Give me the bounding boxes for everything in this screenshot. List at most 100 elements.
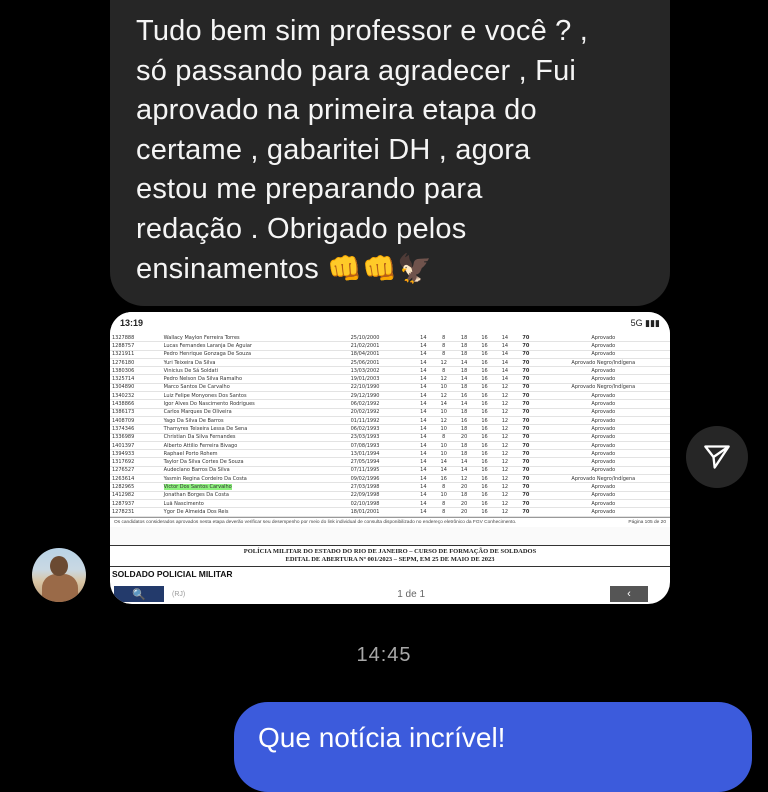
cell-text: Wallacy Maylon Ferreira Torres: [163, 334, 240, 341]
table-cell-date: 07/11/1995: [348, 466, 414, 476]
cell-text: 16: [481, 467, 488, 474]
shared-screenshot-image[interactable]: 13:19 5G ▮▮▮ 1327888 Wallacy Maylon Ferre…: [110, 312, 670, 604]
cell-text: 14: [501, 359, 509, 366]
table-cell-date: 22/09/1998: [348, 491, 414, 500]
table-cell-date: 25/10/2000: [348, 334, 414, 343]
cell-text: 16: [481, 409, 488, 416]
cell-text: 16: [481, 359, 488, 366]
table-cell-d: 16: [474, 416, 495, 426]
table-cell-result: Aprovado: [536, 499, 670, 509]
table-cell-d: 16: [474, 482, 495, 492]
table-row: 1321911 Pedro Henrique Gonzaga De Souza 18…: [110, 350, 670, 359]
table-cell-d: 16: [474, 383, 495, 393]
table-cell-date: 25/06/2001: [348, 358, 414, 368]
table-cell-c: 18: [453, 341, 475, 351]
cell-text: 70: [522, 334, 530, 341]
table-row: 1263614 Yasmin Regina Cordeiro Da Costa 09…: [110, 474, 670, 484]
table-cell-b: 16: [433, 474, 454, 484]
cell-text: 70: [522, 342, 530, 349]
cell-text: 18: [460, 492, 468, 499]
cell-text: 12: [501, 425, 509, 432]
cell-text: 1287937: [112, 500, 135, 507]
cell-text: Yago Da Silva De Barros: [163, 417, 224, 424]
cell-text: 18/04/2001: [350, 351, 380, 358]
table-cell-date: 21/02/2001: [348, 341, 414, 351]
cell-text: 14: [420, 409, 427, 416]
cell-text: 70: [522, 409, 530, 416]
table-cell-c: 16: [453, 391, 475, 401]
table-cell-id: 1276180: [110, 358, 162, 368]
cell-text: 70: [522, 467, 530, 474]
table-cell-name: Jonathan Borges Da Costa: [161, 491, 349, 500]
cell-text: 16: [481, 367, 488, 374]
table-cell-b: 10: [433, 424, 454, 434]
table-cell-c: 18: [453, 334, 475, 343]
cell-text: 14: [501, 351, 509, 358]
cell-text: 20: [460, 434, 468, 441]
table-cell-e: 12: [494, 499, 516, 509]
table-row: 1287937 Luã Nascimento 02/10/1998 14 8 20 16 12…: [110, 499, 670, 509]
cell-text: Aprovado: [591, 417, 616, 424]
cell-text: 14: [501, 342, 509, 349]
cell-text: Aprovado: [591, 351, 616, 358]
cell-text: 70: [522, 434, 530, 441]
cell-text: 70: [522, 508, 530, 515]
cell-text: 20: [460, 483, 468, 490]
table-cell-b: 10: [433, 441, 454, 451]
cell-text: 18: [460, 367, 468, 374]
table-cell-total: 70: [515, 334, 537, 343]
table-cell-total: 70: [515, 457, 537, 467]
cell-text: Pedro Nelson Da Silva Ramalho: [163, 376, 243, 383]
table-row: 1336989 Christian Da Silva Fernandes 23/03…: [110, 433, 670, 442]
pager-text: 1 de 1: [397, 588, 426, 600]
cell-text: Yuri Teixeira Da Silva: [163, 359, 216, 366]
cell-text: 12: [501, 475, 509, 482]
table-cell-name: Luiz Felipe Monyones Dos Santos: [161, 391, 349, 401]
table-cell-a: 14: [413, 341, 434, 351]
cell-text: 01/11/1992: [350, 417, 380, 424]
table-cell-b: 12: [433, 416, 454, 426]
cell-text: 10: [440, 425, 447, 432]
cell-text: 1386173: [112, 409, 135, 416]
table-cell-id: 1317692: [110, 457, 162, 467]
search-button[interactable]: 🔍: [114, 586, 164, 602]
table-cell-date: 20/02/1992: [348, 408, 414, 417]
previous-page-button[interactable]: ‹: [610, 586, 648, 602]
table-cell-e: 14: [494, 341, 516, 351]
document-header-line1: POLÍCIA MILITAR DO ESTADO DO RIO DE JANE…: [243, 547, 537, 555]
share-button[interactable]: [686, 426, 748, 488]
cell-text: 14: [420, 342, 427, 349]
table-cell-total: 70: [515, 416, 537, 426]
cell-text: 10: [440, 442, 447, 449]
cell-text: 1401397: [112, 442, 135, 449]
table-cell-date: 01/11/1992: [348, 416, 414, 426]
incoming-message-bubble[interactable]: Tudo bem sim professor e você ? , só pas…: [110, 0, 670, 306]
table-cell-b: 8: [433, 507, 454, 517]
cell-text: 09/02/1996: [350, 475, 380, 482]
cell-text: 12: [501, 392, 509, 399]
table-cell-result: Aprovado: [536, 391, 670, 401]
cell-text: 1282965: [112, 483, 135, 490]
table-cell-b: 8: [433, 366, 454, 376]
table-cell-c: 20: [453, 499, 475, 509]
table-cell-d: 16: [474, 491, 495, 500]
avatar[interactable]: [32, 548, 86, 602]
table-cell-a: 14: [413, 482, 434, 492]
cell-text: 14: [501, 367, 509, 374]
table-cell-a: 14: [413, 383, 434, 393]
table-cell-a: 14: [413, 358, 434, 368]
cell-text: Aprovado: [591, 483, 616, 490]
cell-text: 16: [440, 475, 447, 482]
outgoing-message-bubble[interactable]: Que notícia incrível!: [234, 702, 752, 792]
cell-text: 14: [440, 467, 447, 474]
cell-text: 16: [460, 417, 468, 424]
cell-text: 13/01/1994: [350, 450, 380, 457]
table-cell-c: 14: [453, 457, 475, 467]
cell-text: 02/10/1998: [350, 500, 380, 507]
cell-text: Aprovado: [591, 442, 616, 449]
table-cell-b: 8: [433, 482, 454, 492]
cell-text: 12: [440, 376, 447, 383]
table-row: 1374346 Thamyres Teixeira Lessa De Sena 06…: [110, 424, 670, 434]
results-footnote: Os candidatos considerados aprovados nes…: [110, 516, 670, 527]
table-cell-c: 20: [453, 507, 475, 517]
